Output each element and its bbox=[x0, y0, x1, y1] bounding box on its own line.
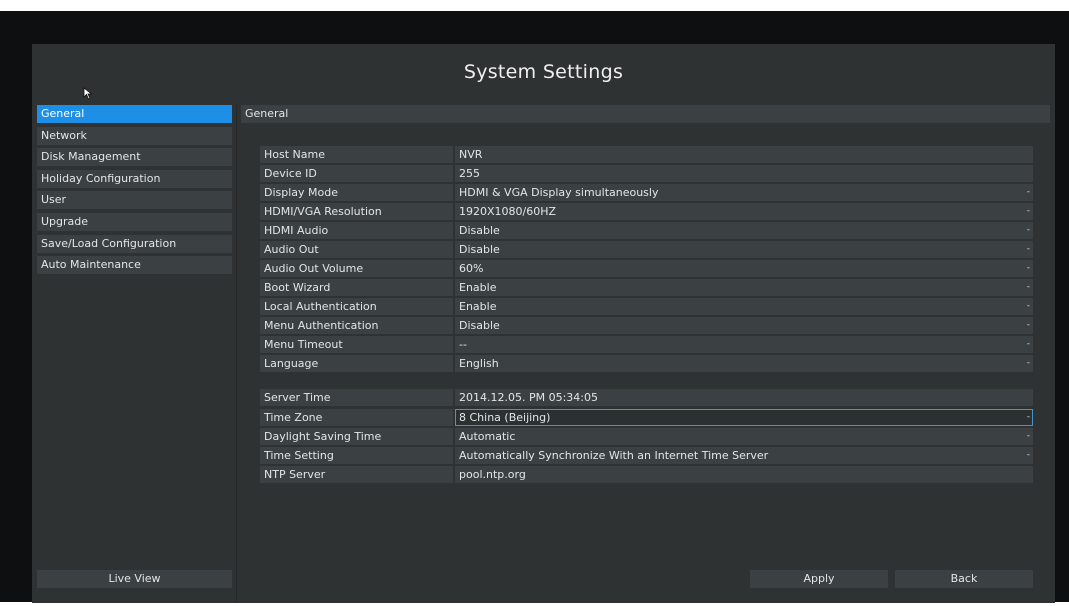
setting-row-audio-out-volume: Audio Out Volume 60% - bbox=[260, 260, 1033, 277]
boot-wizard-select[interactable]: Enable - bbox=[455, 279, 1033, 296]
sidebar-item-general[interactable]: General bbox=[37, 105, 232, 123]
device-id-field[interactable]: 255 bbox=[455, 165, 1033, 182]
resolution-select[interactable]: 1920X1080/60HZ - bbox=[455, 203, 1033, 220]
setting-label: Display Mode bbox=[260, 184, 453, 201]
setting-row-menu-authentication: Menu Authentication Disable - bbox=[260, 317, 1033, 334]
setting-label: Daylight Saving Time bbox=[260, 428, 453, 445]
live-view-button[interactable]: Live View bbox=[37, 570, 232, 588]
setting-row-time-setting: Time Setting Automatically Synchronize W… bbox=[260, 447, 1033, 464]
setting-value: Disable bbox=[459, 319, 500, 332]
setting-value: English bbox=[459, 357, 499, 370]
setting-value: -- bbox=[459, 338, 467, 351]
setting-row-ntp-server: NTP Server pool.ntp.org bbox=[260, 466, 1033, 483]
setting-row-language: Language English - bbox=[260, 355, 1033, 372]
menu-authentication-select[interactable]: Disable - bbox=[455, 317, 1033, 334]
setting-label: Device ID bbox=[260, 165, 453, 182]
dropdown-arrow-icon: - bbox=[1026, 225, 1030, 235]
time-zone-select[interactable]: 8 China (Beijing) - bbox=[455, 409, 1033, 426]
audio-out-volume-select[interactable]: 60% - bbox=[455, 260, 1033, 277]
page-title: System Settings bbox=[463, 61, 624, 83]
menu-timeout-select[interactable]: -- - bbox=[455, 336, 1033, 353]
sidebar-item-upgrade[interactable]: Upgrade bbox=[37, 213, 232, 231]
setting-label: Local Authentication bbox=[260, 298, 453, 315]
setting-value: Enable bbox=[459, 300, 497, 313]
apply-button[interactable]: Apply bbox=[750, 570, 888, 588]
setting-label: Menu Timeout bbox=[260, 336, 453, 353]
setting-label: Host Name bbox=[260, 146, 453, 163]
setting-row-display-mode: Display Mode HDMI & VGA Display simultan… bbox=[260, 184, 1033, 201]
setting-row-device-id: Device ID 255 bbox=[260, 165, 1033, 182]
setting-value: Disable bbox=[459, 243, 500, 256]
setting-row-menu-timeout: Menu Timeout -- - bbox=[260, 336, 1033, 353]
dropdown-arrow-icon: - bbox=[1026, 412, 1030, 422]
dropdown-arrow-icon: - bbox=[1026, 358, 1030, 368]
setting-value: 1920X1080/60HZ bbox=[459, 205, 557, 218]
setting-row-host-name: Host Name NVR bbox=[260, 146, 1033, 163]
local-authentication-select[interactable]: Enable - bbox=[455, 298, 1033, 315]
setting-value: HDMI & VGA Display simultaneously bbox=[459, 186, 659, 199]
setting-label: HDMI/VGA Resolution bbox=[260, 203, 453, 220]
dropdown-arrow-icon: - bbox=[1026, 431, 1030, 441]
dropdown-arrow-icon: - bbox=[1026, 450, 1030, 460]
dropdown-arrow-icon: - bbox=[1026, 244, 1030, 254]
setting-value: Automatically Synchronize With an Intern… bbox=[459, 449, 769, 462]
system-settings-window: System Settings General Network Disk Man… bbox=[32, 44, 1055, 603]
setting-label: NTP Server bbox=[260, 466, 453, 483]
sidebar-item-user[interactable]: User bbox=[37, 191, 232, 209]
setting-label: Audio Out bbox=[260, 241, 453, 258]
setting-value: 8 China (Beijing) bbox=[459, 411, 551, 424]
sidebar-item-disk-management[interactable]: Disk Management bbox=[37, 148, 232, 166]
setting-value: Enable bbox=[459, 281, 497, 294]
dropdown-arrow-icon: - bbox=[1026, 187, 1030, 197]
setting-label: Menu Authentication bbox=[260, 317, 453, 334]
setting-row-boot-wizard: Boot Wizard Enable - bbox=[260, 279, 1033, 296]
sidebar-item-auto-maintenance[interactable]: Auto Maintenance bbox=[37, 256, 232, 274]
dropdown-arrow-icon: - bbox=[1026, 206, 1030, 216]
server-time-field[interactable]: 2014.12.05. PM 05:34:05 bbox=[455, 389, 1033, 406]
section-header: General bbox=[241, 105, 1050, 123]
setting-row-daylight-saving-time: Daylight Saving Time Automatic - bbox=[260, 428, 1033, 445]
dropdown-arrow-icon: - bbox=[1026, 301, 1030, 311]
setting-row-time-zone: Time Zone 8 China (Beijing) - bbox=[260, 409, 1033, 426]
setting-label: Time Setting bbox=[260, 447, 453, 464]
setting-row-audio-out: Audio Out Disable - bbox=[260, 241, 1033, 258]
setting-label: Language bbox=[260, 355, 453, 372]
hdmi-audio-select[interactable]: Disable - bbox=[455, 222, 1033, 239]
dropdown-arrow-icon: - bbox=[1026, 339, 1030, 349]
audio-out-select[interactable]: Disable - bbox=[455, 241, 1033, 258]
language-select[interactable]: English - bbox=[455, 355, 1033, 372]
sidebar-item-holiday-configuration[interactable]: Holiday Configuration bbox=[37, 170, 232, 188]
setting-label: Audio Out Volume bbox=[260, 260, 453, 277]
setting-row-hdmi-audio: HDMI Audio Disable - bbox=[260, 222, 1033, 239]
back-button[interactable]: Back bbox=[895, 570, 1033, 588]
setting-label: Time Zone bbox=[260, 409, 453, 426]
sidebar-item-network[interactable]: Network bbox=[37, 127, 232, 145]
display-mode-select[interactable]: HDMI & VGA Display simultaneously - bbox=[455, 184, 1033, 201]
host-name-field[interactable]: NVR bbox=[455, 146, 1033, 163]
setting-value: 255 bbox=[459, 167, 480, 180]
setting-label: Boot Wizard bbox=[260, 279, 453, 296]
setting-value: pool.ntp.org bbox=[459, 468, 526, 481]
ntp-server-field[interactable]: pool.ntp.org bbox=[455, 466, 1033, 483]
setting-row-local-authentication: Local Authentication Enable - bbox=[260, 298, 1033, 315]
mouse-cursor-icon bbox=[83, 87, 93, 100]
setting-row-resolution: HDMI/VGA Resolution 1920X1080/60HZ - bbox=[260, 203, 1033, 220]
dropdown-arrow-icon: - bbox=[1026, 263, 1030, 273]
dropdown-arrow-icon: - bbox=[1026, 282, 1030, 292]
setting-label: HDMI Audio bbox=[260, 222, 453, 239]
setting-label: Server Time bbox=[260, 389, 453, 406]
setting-value: NVR bbox=[459, 148, 483, 161]
daylight-saving-time-select[interactable]: Automatic - bbox=[455, 428, 1033, 445]
monitor-frame: System Settings General Network Disk Man… bbox=[0, 11, 1069, 603]
setting-value: Disable bbox=[459, 224, 500, 237]
panel-divider bbox=[236, 105, 237, 603]
setting-value: Automatic bbox=[459, 430, 516, 443]
setting-value: 60% bbox=[459, 262, 484, 275]
setting-row-server-time: Server Time 2014.12.05. PM 05:34:05 bbox=[260, 389, 1033, 406]
dropdown-arrow-icon: - bbox=[1026, 320, 1030, 330]
setting-value: 2014.12.05. PM 05:34:05 bbox=[459, 391, 598, 404]
sidebar-item-save-load-configuration[interactable]: Save/Load Configuration bbox=[37, 235, 232, 253]
time-setting-select[interactable]: Automatically Synchronize With an Intern… bbox=[455, 447, 1033, 464]
